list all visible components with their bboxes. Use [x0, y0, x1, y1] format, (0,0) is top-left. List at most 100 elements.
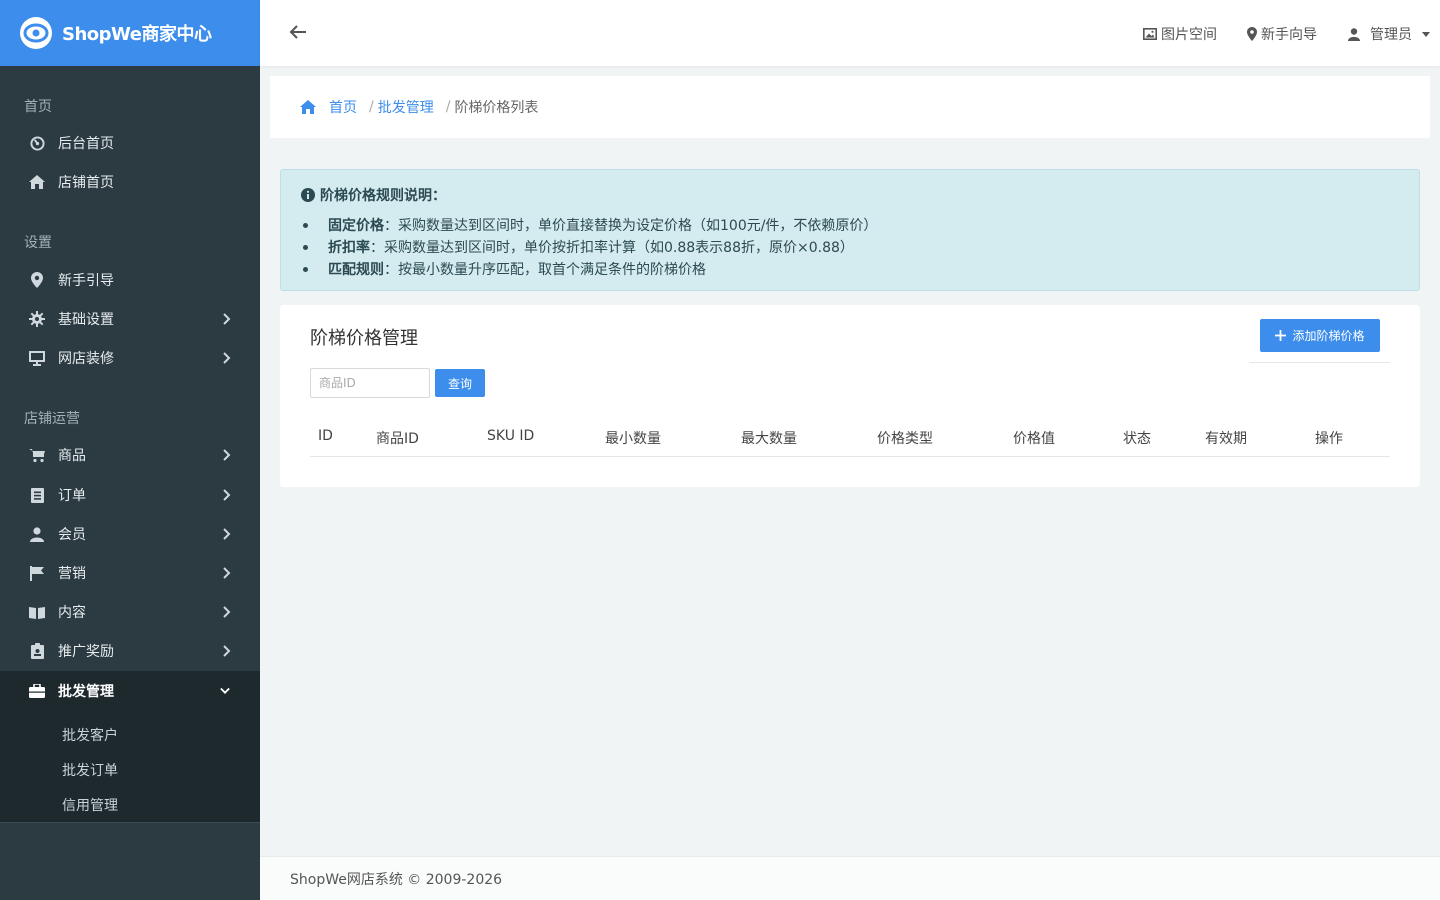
sidebar-item-guide[interactable]: 新手引导: [0, 261, 260, 299]
sidebar-item-label: 网店装修: [58, 351, 114, 367]
column-header-sku-id: SKU ID: [487, 428, 535, 444]
briefcase-icon: [29, 683, 45, 699]
footer: ShopWe网店系统 © 2009-2026: [260, 856, 1440, 900]
sidebar-item-label: 营销: [58, 566, 86, 582]
logo-text: ShopWe商家中心: [62, 24, 212, 45]
divider: [1249, 362, 1390, 363]
sidebar-item-label: 新手引导: [58, 273, 114, 289]
dashboard-icon: [29, 135, 45, 151]
column-header-validity: 有效期: [1205, 431, 1247, 447]
map-marker-icon: [29, 272, 45, 288]
section-operations: 店铺运营: [24, 411, 80, 427]
alert-item-term: 固定价格: [328, 218, 384, 234]
top-navbar: 图片空间 新手向导 管理员: [260, 0, 1440, 66]
flag-icon: [29, 565, 45, 581]
alert-item: 匹配规则 ：按最小数量升序匹配，取首个满足条件的阶梯价格: [303, 259, 706, 279]
column-header-status: 状态: [1123, 431, 1151, 447]
sidebar-item-label: 批发管理: [58, 684, 114, 700]
image-icon: [1143, 28, 1157, 40]
sidebar-item-label: 订单: [58, 488, 86, 504]
page-title: 阶梯价格管理: [310, 328, 418, 349]
column-header-min-qty: 最小数量: [605, 431, 661, 447]
section-home: 首页: [24, 99, 52, 115]
sidebar: ShopWe商家中心 首页 后台首页 店铺首页 设置 新手引导 基础设置 网店装…: [0, 0, 260, 900]
admin-menu[interactable]: 管理员: [1348, 24, 1434, 44]
sidebar-item-products[interactable]: 商品: [0, 436, 260, 474]
sidebar-item-promotion[interactable]: 推广奖励: [0, 632, 260, 670]
sidebar-item-label: 商品: [58, 448, 86, 464]
info-alert: 阶梯价格规则说明： 固定价格 ：采购数量达到区间时，单价直接替换为设定价格（如10…: [280, 169, 1420, 291]
chevron-right-icon: [222, 312, 232, 326]
footer-copyright: ShopWe网店系统 © 2009-2026: [290, 871, 503, 888]
breadcrumb-separator: /: [445, 99, 451, 115]
clipboard-icon: [29, 643, 45, 659]
sidebar-item-basic-settings[interactable]: 基础设置: [0, 300, 260, 338]
alert-item-text: ：采购数量达到区间时，单价按折扣率计算（如0.88表示88折，原价×0.88）: [370, 240, 854, 256]
image-space-label: 图片空间: [1161, 27, 1217, 43]
column-header-max-qty: 最大数量: [741, 431, 797, 447]
sidebar-item-content[interactable]: 内容: [0, 593, 260, 631]
chevron-right-icon: [222, 527, 232, 541]
home-icon: [29, 174, 45, 190]
sub-item-wholesale-orders[interactable]: 批发订单: [62, 760, 118, 780]
query-button[interactable]: 查询: [435, 369, 485, 397]
sidebar-item-wholesale[interactable]: 批发管理: [0, 671, 260, 711]
cart-icon: [29, 447, 45, 463]
table-header-divider: [310, 456, 1390, 457]
sidebar-item-dashboard[interactable]: 后台首页: [0, 124, 260, 162]
book-icon: [29, 604, 45, 620]
alert-title: 阶梯价格规则说明：: [301, 185, 446, 205]
tier-price-card: 阶梯价格管理 添加阶梯价格 查询 ID 商品ID SKU ID 最小数量 最大数…: [280, 305, 1420, 487]
list-icon: [29, 487, 45, 503]
map-marker-icon: [1247, 27, 1257, 41]
sidebar-item-marketing[interactable]: 营销: [0, 554, 260, 592]
column-header-price-value: 价格值: [1013, 431, 1055, 447]
plus-icon: [1275, 330, 1287, 341]
new-guide-link[interactable]: 新手向导: [1247, 24, 1317, 44]
sidebar-item-label: 店铺首页: [58, 175, 114, 191]
info-circle-icon: [301, 188, 315, 202]
sidebar-item-members[interactable]: 会员: [0, 515, 260, 553]
column-header-actions: 操作: [1315, 431, 1343, 447]
breadcrumb: 首页 / 批发管理 / 阶梯价格列表: [270, 76, 1430, 138]
alert-title-text: 阶梯价格规则说明：: [320, 188, 446, 204]
column-header-id: ID: [318, 428, 333, 444]
sub-item-credit-management[interactable]: 信用管理: [62, 795, 118, 815]
sub-item-wholesale-customers[interactable]: 批发客户: [62, 725, 118, 745]
alert-item-text: ：采购数量达到区间时，单价直接替换为设定价格（如100元/件，不依赖原价）: [384, 218, 878, 234]
home-icon: [300, 100, 316, 114]
breadcrumb-current: 阶梯价格列表: [454, 100, 539, 116]
alert-item-term: 匹配规则: [328, 262, 384, 278]
image-space-link[interactable]: 图片空间: [1143, 24, 1217, 44]
add-tier-price-button[interactable]: 添加阶梯价格: [1260, 319, 1380, 352]
back-arrow-icon[interactable]: [288, 22, 310, 44]
product-id-search-input[interactable]: [310, 368, 430, 398]
chevron-right-icon: [222, 644, 232, 658]
chevron-right-icon: [222, 566, 232, 580]
section-settings: 设置: [24, 235, 52, 251]
alert-item: 折扣率 ：采购数量达到区间时，单价按折扣率计算（如0.88表示88折，原价×0.8…: [303, 237, 854, 257]
user-icon: [29, 526, 45, 542]
admin-label: 管理员: [1370, 27, 1412, 43]
breadcrumb-wholesale[interactable]: 批发管理: [378, 97, 434, 117]
chevron-right-icon: [222, 605, 232, 619]
column-header-product-id: 商品ID: [376, 431, 419, 447]
wholesale-submenu: [0, 711, 260, 823]
sidebar-item-label: 会员: [58, 527, 86, 543]
breadcrumb-home[interactable]: 首页: [329, 97, 357, 117]
sidebar-item-orders[interactable]: 订单: [0, 476, 260, 514]
add-tier-price-label: 添加阶梯价格: [1292, 329, 1365, 343]
sidebar-item-decoration[interactable]: 网店装修: [0, 339, 260, 377]
alert-item: 固定价格 ：采购数量达到区间时，单价直接替换为设定价格（如100元/件，不依赖原价…: [303, 215, 877, 235]
alert-item-text: ：按最小数量升序匹配，取首个满足条件的阶梯价格: [384, 262, 706, 278]
logo-bar[interactable]: ShopWe商家中心: [0, 0, 260, 66]
sidebar-item-label: 基础设置: [58, 312, 114, 328]
sidebar-item-store-home[interactable]: 店铺首页: [0, 163, 260, 201]
alert-item-term: 折扣率: [328, 240, 370, 256]
chevron-right-icon: [222, 488, 232, 502]
sidebar-item-label: 内容: [58, 605, 86, 621]
new-guide-label: 新手向导: [1261, 27, 1317, 43]
sidebar-item-label: 后台首页: [58, 136, 114, 152]
caret-down-icon: [1422, 31, 1430, 37]
chevron-right-icon: [222, 448, 232, 462]
